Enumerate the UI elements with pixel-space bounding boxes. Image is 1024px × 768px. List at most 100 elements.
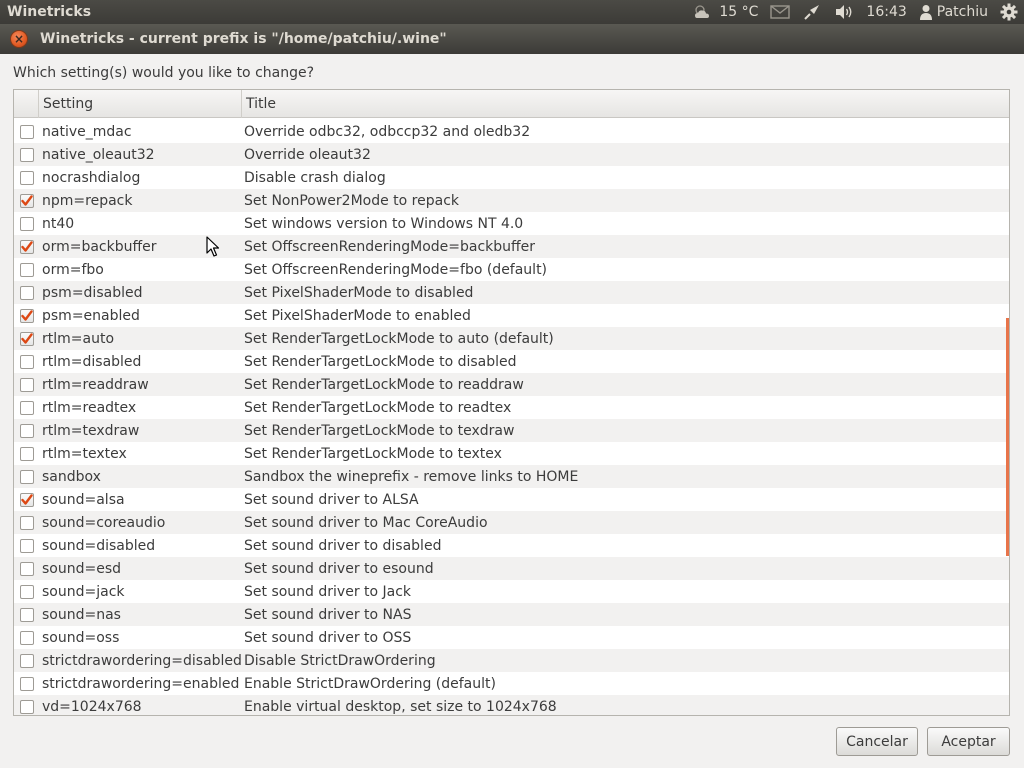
row-checkbox[interactable] [20,446,34,461]
row-checkbox[interactable] [20,469,34,484]
user-indicator[interactable]: Patchiu [913,0,994,24]
row-checkbox[interactable] [20,124,34,139]
accept-button[interactable]: Aceptar [927,727,1010,756]
row-checkbox[interactable] [20,377,34,392]
weather-cloudy-icon [692,3,714,21]
row-checkbox[interactable] [20,561,34,576]
row-setting: rtlm=texdraw [42,422,140,439]
settings-list[interactable]: Setting Title native_mdac Override odbc32… [13,89,1010,716]
row-checkbox[interactable] [20,492,34,507]
row-checkbox[interactable] [20,262,34,277]
network-icon [802,2,822,22]
row-setting: sound=disabled [42,537,156,554]
row-setting: sound=esd [42,560,122,577]
list-row[interactable]: sound=coreaudio Set sound driver to Mac C… [14,511,1009,534]
row-checkbox[interactable] [20,193,34,208]
volume-indicator[interactable] [828,0,860,24]
cancel-button[interactable]: Cancelar [836,727,918,756]
window-title: Winetricks - current prefix is "/home/pa… [40,31,447,47]
row-checkbox[interactable] [20,354,34,369]
row-title: Set RenderTargetLockMode to auto (defaul… [244,330,554,347]
row-title: Override oleaut32 [244,146,371,163]
row-checkbox[interactable] [20,676,34,691]
list-row[interactable]: strictdrawordering=disabled Disable Stric… [14,649,1009,672]
checkmark-icon [21,332,33,344]
row-checkbox[interactable] [20,170,34,185]
row-setting: strictdrawordering=enabled [42,675,240,692]
list-row[interactable]: strictdrawordering=enabled Enable StrictD… [14,672,1009,695]
row-checkbox[interactable] [20,653,34,668]
mouse-cursor-icon [206,236,220,262]
row-checkbox[interactable] [20,699,34,714]
list-row[interactable]: npm=repack Set NonPower2Mode to repack [14,189,1009,212]
temperature-label: 15 °C [719,4,759,20]
list-row[interactable]: rtlm=auto Set RenderTargetLockMode to aut… [14,327,1009,350]
row-setting: nocrashdialog [42,169,141,186]
network-indicator[interactable] [796,0,828,24]
session-menu[interactable] [994,0,1024,24]
row-checkbox[interactable] [20,423,34,438]
row-checkbox[interactable] [20,584,34,599]
list-row[interactable]: sound=jack Set sound driver to Jack [14,580,1009,603]
list-row[interactable]: sound=nas Set sound driver to NAS [14,603,1009,626]
weather-indicator[interactable]: 15 °C [686,0,764,24]
list-row[interactable]: native_mdac Override odbc32, odbccp32 and… [14,120,1009,143]
close-button[interactable]: × [10,30,28,48]
row-setting: vd=1024x768 [42,698,142,715]
row-checkbox[interactable] [20,239,34,254]
list-row[interactable]: vd=1024x768 Enable virtual desktop, set s… [14,695,1009,715]
row-checkbox[interactable] [20,538,34,553]
row-title: Disable StrictDrawOrdering [244,652,436,669]
header-setting[interactable]: Setting [39,90,242,118]
list-row[interactable]: psm=disabled Set PixelShaderMode to disab… [14,281,1009,304]
header-check-column[interactable] [14,90,39,118]
clock[interactable]: 16:43 [860,0,912,24]
row-checkbox[interactable] [20,147,34,162]
row-title: Enable StrictDrawOrdering (default) [244,675,496,692]
row-title: Set RenderTargetLockMode to readdraw [244,376,524,393]
list-row[interactable]: native_oleaut32 Override oleaut32 [14,143,1009,166]
list-row[interactable]: sound=esd Set sound driver to esound [14,557,1009,580]
row-checkbox[interactable] [20,515,34,530]
row-setting: sound=nas [42,606,121,623]
row-checkbox[interactable] [20,331,34,346]
row-setting: sandbox [42,468,101,485]
row-title: Set sound driver to Jack [244,583,412,600]
row-title: Set NonPower2Mode to repack [244,192,460,209]
list-row[interactable]: rtlm=texdraw Set RenderTargetLockMode to … [14,419,1009,442]
row-checkbox[interactable] [20,400,34,415]
list-row[interactable]: rtlm=disabled Set RenderTargetLockMode to… [14,350,1009,373]
list-row[interactable]: sound=disabled Set sound driver to disabl… [14,534,1009,557]
row-checkbox[interactable] [20,607,34,622]
list-header: Setting Title [14,90,1009,118]
row-checkbox[interactable] [20,216,34,231]
list-row[interactable]: rtlm=textex Set RenderTargetLockMode to t… [14,442,1009,465]
row-checkbox[interactable] [20,285,34,300]
gear-icon [1000,3,1018,21]
row-title: Disable crash dialog [244,169,386,186]
checkmark-icon [21,493,33,505]
top-panel: Winetricks 15 °C 16:43 Patchiu [0,0,1024,24]
window-title-bar[interactable]: × Winetricks - current prefix is "/home/… [0,24,1024,54]
list-row[interactable]: nt40 Set windows version to Windows NT 4.… [14,212,1009,235]
list-row[interactable]: sound=oss Set sound driver to OSS [14,626,1009,649]
row-title: Set RenderTargetLockMode to texdraw [244,422,515,439]
row-setting: native_mdac [42,123,132,140]
list-row[interactable]: sandbox Sandbox the wineprefix - remove l… [14,465,1009,488]
row-setting: psm=disabled [42,284,143,301]
row-checkbox[interactable] [20,630,34,645]
mail-indicator[interactable] [764,0,796,24]
row-title: Set RenderTargetLockMode to readtex [244,399,512,416]
list-row[interactable]: orm=backbuffer Set OffscreenRenderingMode… [14,235,1009,258]
list-row[interactable]: rtlm=readtex Set RenderTargetLockMode to … [14,396,1009,419]
list-row[interactable]: psm=enabled Set PixelShaderMode to enable… [14,304,1009,327]
list-row[interactable]: sound=alsa Set sound driver to ALSA [14,488,1009,511]
scrollbar[interactable] [1006,318,1009,556]
close-icon: × [13,32,25,46]
row-setting: sound=oss [42,629,120,646]
row-checkbox[interactable] [20,308,34,323]
list-row[interactable]: nocrashdialog Disable crash dialog [14,166,1009,189]
header-title[interactable]: Title [242,90,276,118]
list-row[interactable]: orm=fbo Set OffscreenRenderingMode=fbo (d… [14,258,1009,281]
list-row[interactable]: rtlm=readdraw Set RenderTargetLockMode to… [14,373,1009,396]
